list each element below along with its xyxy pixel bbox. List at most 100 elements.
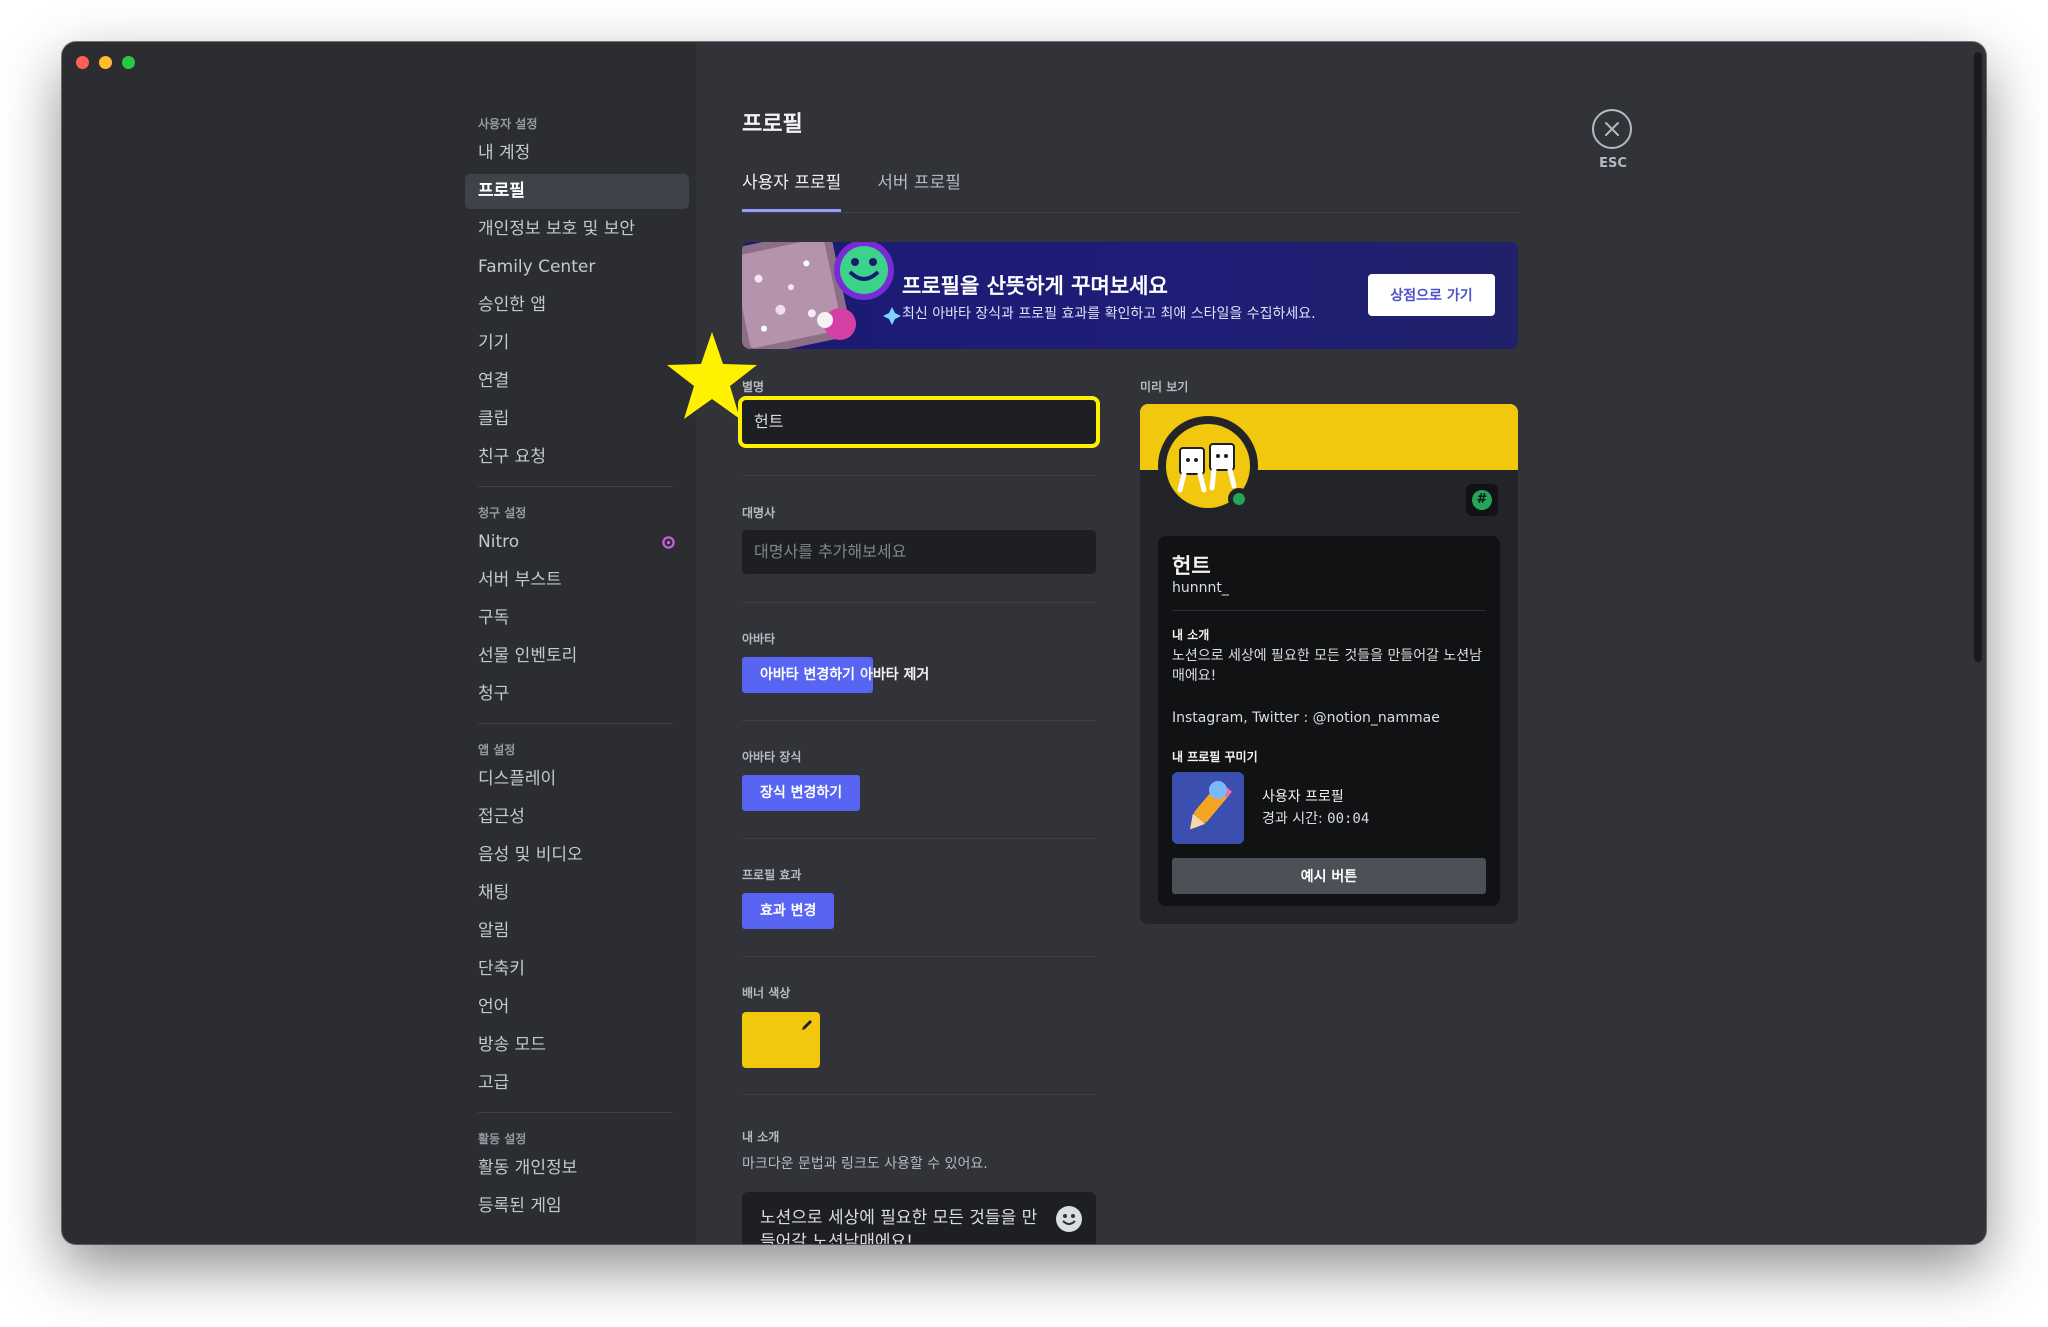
sidebar-item[interactable]: 활동 개인정보 <box>465 1151 689 1186</box>
close-settings[interactable]: ESC <box>1592 109 1634 171</box>
nitro-icon <box>662 536 675 549</box>
sidebar-item-label: 음성 및 비디오 <box>478 845 583 865</box>
sidebar-item[interactable]: 구독 <box>465 601 689 636</box>
maximize-window-button[interactable] <box>122 56 135 69</box>
profile-tabs: 사용자 프로필 서버 프로필 <box>742 168 961 212</box>
sidebar-item-label: 등록된 게임 <box>478 1196 562 1216</box>
banner-description: 최신 아바타 장식과 프로필 효과를 확인하고 최애 스타일을 수집하세요. <box>902 306 1316 322</box>
pronouns-label: 대명사 <box>742 506 776 520</box>
avatar-decoration-label: 아바타 장식 <box>742 750 802 764</box>
profile-effect-label: 프로필 효과 <box>742 868 802 882</box>
divider <box>742 956 1096 957</box>
sidebar-item[interactable]: 음성 및 비디오 <box>465 838 689 873</box>
settings-window: 사용자 설정 내 계정 프로필 개인정보 보호 및 보안 Family Center 승인… <box>62 42 1986 1244</box>
promo-art-icon <box>742 242 901 349</box>
sidebar-item[interactable]: 언어 <box>465 990 689 1025</box>
sidebar-item[interactable]: Family Center <box>465 250 689 285</box>
pencil-icon <box>802 1020 812 1030</box>
elapsed-time: 00:04 <box>1327 811 1370 827</box>
example-button[interactable]: 예시 버튼 <box>1172 858 1486 894</box>
divider <box>742 475 1096 476</box>
sidebar-item[interactable]: Nitro <box>465 525 689 560</box>
hashtag-badge-icon[interactable]: # <box>1466 484 1498 516</box>
elapsed-label: 경과 시간: <box>1262 811 1323 827</box>
bio-textarea[interactable]: 노션으로 세상에 필요한 모든 것들을 만들어갈 노션남매에요! <box>742 1192 1096 1244</box>
sidebar-item[interactable]: 승인한 앱 <box>465 288 689 323</box>
divider <box>742 838 1096 839</box>
sidebar-item-label: Nitro <box>478 532 520 552</box>
bio-text: 노션으로 세상에 필요한 모든 것들을 만들어갈 노션남매에요! <box>760 1208 1038 1244</box>
sidebar-item-label: 서버 부스트 <box>478 570 562 590</box>
sidebar-divider <box>478 1112 673 1113</box>
sidebar-item-label: 연결 <box>478 371 510 391</box>
sidebar-item[interactable]: 연결 <box>465 364 689 399</box>
pronouns-input[interactable]: 대명사를 추가해보세요 <box>742 530 1096 574</box>
sidebar-item-label: 청구 <box>478 684 510 704</box>
preview-social-text: Instagram, Twitter : @notion_nammae <box>1172 710 1440 726</box>
sidebar-item-label: 승인한 앱 <box>478 295 546 315</box>
sidebar-item[interactable]: 단축키 <box>465 952 689 987</box>
divider <box>742 720 1096 721</box>
divider <box>1172 610 1486 611</box>
sidebar-item[interactable]: 채팅 <box>465 876 689 911</box>
activity-title: 사용자 프로필 <box>1262 789 1344 805</box>
sidebar-section-header: 앱 설정 <box>478 743 516 757</box>
sidebar-divider <box>478 723 673 724</box>
change-avatar-button[interactable]: 아바타 변경하기 <box>742 657 874 693</box>
sidebar-item[interactable]: 클립 <box>465 402 689 437</box>
sidebar-item[interactable]: 친구 요청 <box>465 440 689 475</box>
preview-display-name: 헌트 <box>1172 554 1211 578</box>
preview-label: 미리 보기 <box>1140 380 1189 394</box>
preview-about-text: 노션으로 세상에 필요한 모든 것들을 만들어갈 노션남매에요! <box>1172 648 1483 684</box>
banner-title: 프로필을 산뜻하게 꾸며보세요 <box>902 274 1168 298</box>
sidebar-item[interactable]: 고급 <box>465 1066 689 1101</box>
nickname-label: 별명 <box>742 380 765 394</box>
page-title: 프로필 <box>742 112 803 137</box>
sidebar-item[interactable]: 프로필 <box>465 174 689 209</box>
sidebar-item[interactable]: 방송 모드 <box>465 1028 689 1063</box>
preview-about-header: 내 소개 <box>1172 628 1210 642</box>
preview-customize-header: 내 프로필 꾸미기 <box>1172 750 1258 764</box>
sidebar-item[interactable]: 선물 인벤토리 <box>465 639 689 674</box>
preview-info-card: 헌트 hunnnt_ 내 소개 노션으로 세상에 필요한 모든 것들을 만들어갈… <box>1158 536 1500 906</box>
profile-preview-card: # 헌트 hunnnt_ 내 소개 노션으로 세상에 필요한 모든 것들을 만들… <box>1140 404 1518 924</box>
tab-user-profile[interactable]: 사용자 프로필 <box>742 168 842 212</box>
sidebar-item-label: 언어 <box>478 997 510 1017</box>
minimize-window-button[interactable] <box>99 56 112 69</box>
sidebar-item[interactable]: 디스플레이 <box>465 762 689 797</box>
activity-image <box>1172 772 1244 844</box>
bio-label: 내 소개 <box>742 1130 780 1144</box>
sidebar-item-label: 친구 요청 <box>478 447 546 467</box>
sidebar-item[interactable]: 내 계정 <box>465 136 689 171</box>
tab-server-profile[interactable]: 서버 프로필 <box>877 168 961 212</box>
sidebar-item-label: 클립 <box>478 409 510 429</box>
banner-color-label: 배너 색상 <box>742 986 791 1000</box>
sidebar-item-label: 활동 개인정보 <box>478 1158 578 1178</box>
sidebar-item[interactable]: 개인정보 보호 및 보안 <box>465 212 689 247</box>
window-controls <box>76 56 135 69</box>
sidebar-item[interactable]: 접근성 <box>465 800 689 835</box>
sidebar-item[interactable]: 서버 부스트 <box>465 563 689 598</box>
sidebar-item[interactable]: 등록된 게임 <box>465 1189 689 1224</box>
change-decoration-button[interactable]: 장식 변경하기 <box>742 775 861 811</box>
change-effect-button[interactable]: 효과 변경 <box>742 893 835 929</box>
scrollbar[interactable] <box>1974 52 1982 662</box>
sidebar-item-label: 디스플레이 <box>478 769 557 789</box>
go-to-shop-button[interactable]: 상점으로 가기 <box>1368 274 1495 316</box>
sidebar-item-label: 알림 <box>478 921 510 941</box>
sidebar-item[interactable]: 알림 <box>465 914 689 949</box>
activity-elapsed: 경과 시간: 00:04 <box>1262 808 1369 828</box>
sidebar-item[interactable]: 청구 <box>465 677 689 712</box>
sidebar-nav: 사용자 설정 내 계정 프로필 개인정보 보호 및 보안 Family Center 승인… <box>465 112 689 1227</box>
sidebar-item[interactable]: 기기 <box>465 326 689 361</box>
remove-avatar-button[interactable]: 아바타 제거 <box>860 657 929 693</box>
close-icon[interactable] <box>1592 109 1632 149</box>
banner-color-swatch[interactable] <box>742 1012 820 1068</box>
nickname-input[interactable]: 헌트 <box>738 396 1100 448</box>
sidebar-section-header: 청구 설정 <box>478 506 527 520</box>
sidebar-item-label: 구독 <box>478 608 510 628</box>
emoji-icon[interactable] <box>1056 1206 1082 1232</box>
close-window-button[interactable] <box>76 56 89 69</box>
sidebar-item-label: Family Center <box>478 257 596 277</box>
sidebar-item-label: 프로필 <box>478 181 525 201</box>
